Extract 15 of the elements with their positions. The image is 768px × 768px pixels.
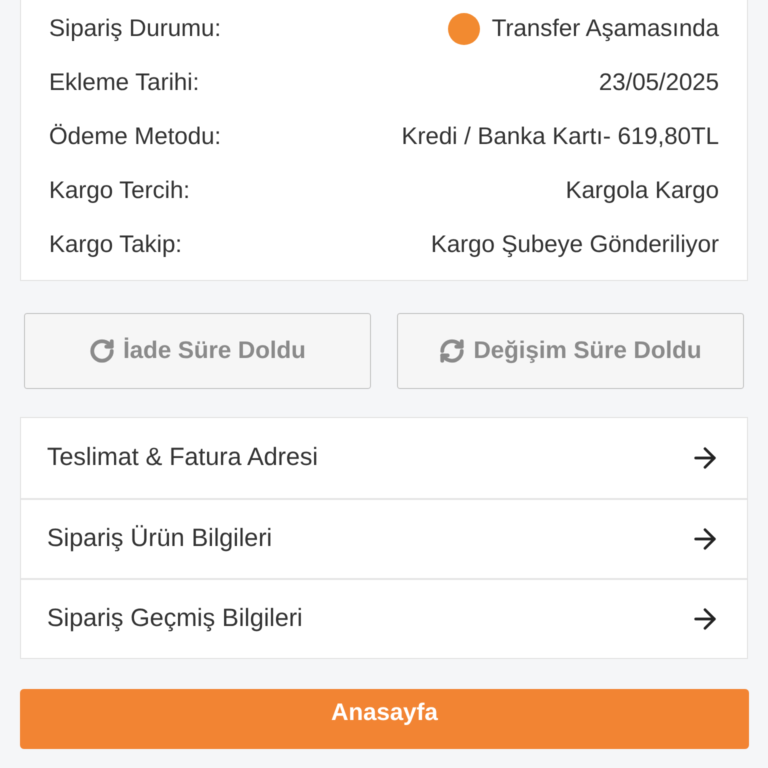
menu-row[interactable]: Sipariş Ürün Bilgileri <box>21 498 747 578</box>
sync-icon <box>439 338 466 364</box>
menu-row[interactable]: Sipariş Geçmiş Bilgileri <box>21 578 747 658</box>
info-value: 23/05/2025 <box>598 68 719 98</box>
info-value: Kredi / Banka Kartı- 619,80TL <box>401 122 719 152</box>
info-label: Kargo Takip: <box>49 230 182 260</box>
info-value: Kargola Kargo <box>566 176 719 206</box>
info-value: Kargo Şubeye Gönderiliyor <box>430 230 719 260</box>
info-label: Ödeme Metodu: <box>49 122 222 152</box>
menu-row[interactable]: Teslimat & Fatura Adresi <box>21 418 747 498</box>
info-label: Ekleme Tarihi: <box>49 68 200 98</box>
info-value: Transfer Aşamasında <box>492 14 719 44</box>
refresh-icon <box>89 338 116 364</box>
info-label: Sipariş Durumu: <box>49 14 222 44</box>
info-label: Kargo Tercih: <box>49 176 190 206</box>
